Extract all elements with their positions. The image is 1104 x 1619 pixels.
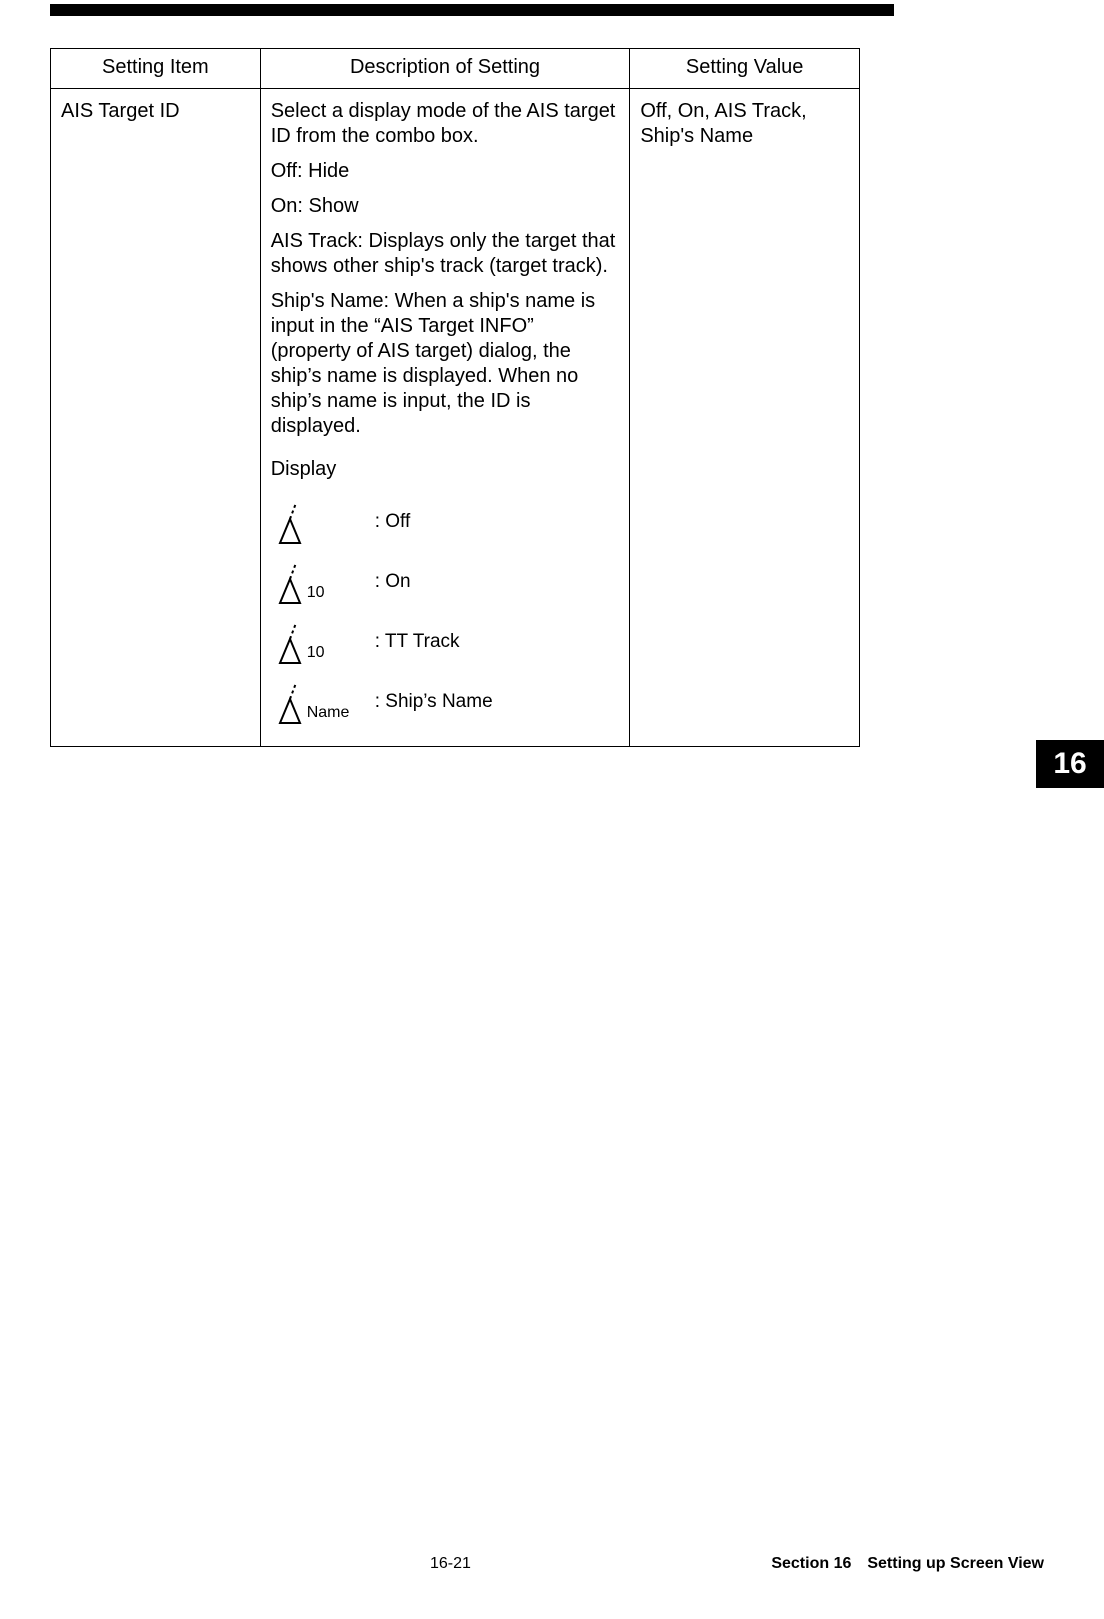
ais-symbol: Name [275, 679, 351, 725]
display-row-off: : Off [275, 492, 620, 552]
display-label: : Off [375, 510, 411, 534]
ais-symbol: 10 [275, 559, 351, 605]
display-label: : Ship’s Name [375, 690, 493, 714]
desc-paragraph: AIS Track: Displays only the target that… [271, 229, 620, 279]
ais-symbol [275, 499, 351, 545]
cell-item: AIS Target ID [51, 89, 261, 747]
ais-triangle-icon [275, 559, 305, 605]
desc-paragraph: Select a display mode of the AIS target … [271, 99, 620, 149]
page-number: 16-21 [430, 1555, 471, 1573]
col-header-value: Setting Value [630, 49, 860, 89]
header-rule [50, 4, 894, 16]
col-header-desc: Description of Setting [260, 49, 630, 89]
footer: 16-21 Section 16 Setting up Screen View [50, 1555, 1044, 1585]
ais-symbol-subscript: Name [307, 703, 350, 723]
desc-paragraph: Off: Hide [271, 159, 620, 184]
section-title: Section 16 Setting up Screen View [771, 1555, 1044, 1573]
ais-symbol-subscript: 10 [307, 583, 325, 603]
display-row-ships-name: Name : Ship’s Name [275, 672, 620, 732]
ais-symbol: 10 [275, 619, 351, 665]
display-examples: Display : Off [271, 457, 620, 732]
display-row-tt-track: 10 : TT Track [275, 612, 620, 672]
table-row: AIS Target ID Select a display mode of t… [51, 89, 860, 747]
section-tab: 16 [1036, 740, 1104, 788]
display-label: : On [375, 570, 411, 594]
ais-triangle-icon [275, 499, 305, 545]
col-header-item: Setting Item [51, 49, 261, 89]
ais-triangle-icon [275, 619, 305, 665]
table-header-row: Setting Item Description of Setting Sett… [51, 49, 860, 89]
desc-paragraph: On: Show [271, 194, 620, 219]
desc-paragraph: Ship's Name: When a ship's name is input… [271, 289, 620, 439]
display-row-on: 10 : On [275, 552, 620, 612]
content: Setting Item Description of Setting Sett… [50, 48, 860, 747]
ais-triangle-icon [275, 679, 305, 725]
display-label: : TT Track [375, 630, 460, 654]
display-header: Display [271, 457, 620, 482]
ais-symbol-subscript: 10 [307, 643, 325, 663]
cell-value: Off, On, AIS Track, Ship's Name [630, 89, 860, 747]
cell-description: Select a display mode of the AIS target … [260, 89, 630, 747]
settings-table: Setting Item Description of Setting Sett… [50, 48, 860, 747]
